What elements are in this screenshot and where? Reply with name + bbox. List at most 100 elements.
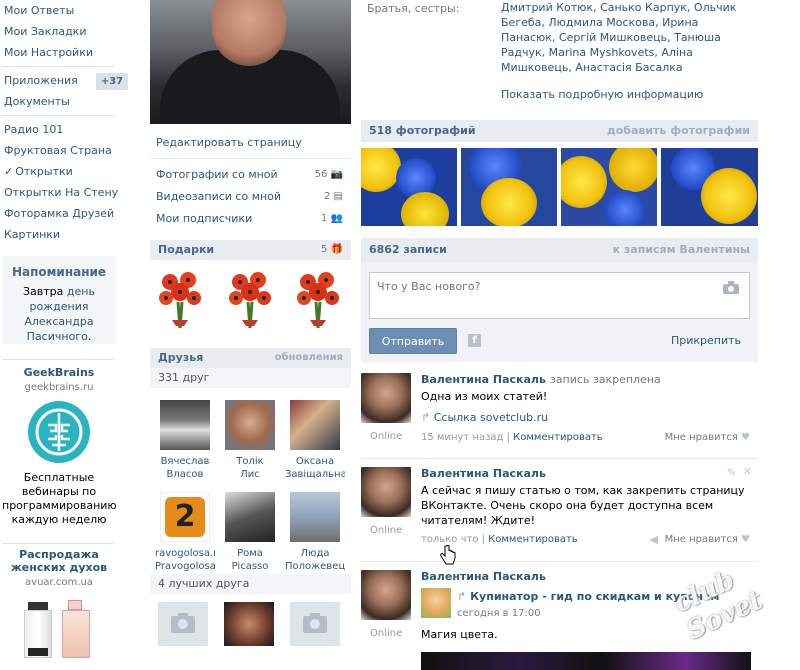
- profile-column: Редактировать страницу Фотографии со мно…: [150, 0, 351, 654]
- ad-title[interactable]: Распродажа женских духов: [2, 548, 116, 574]
- subscribers-link[interactable]: Мои подписчики 1 👥: [150, 208, 351, 230]
- add-photos-link[interactable]: добавить фотографии: [607, 120, 750, 142]
- app-menu-item[interactable]: Картинки: [0, 224, 140, 245]
- camera-icon[interactable]: [290, 602, 340, 646]
- close-icon[interactable]: ✕: [743, 465, 752, 478]
- show-details-link[interactable]: Показать подробную информацию: [501, 88, 703, 101]
- author-avatar[interactable]: [361, 373, 411, 423]
- friend-card[interactable]: Люда Положевець: [285, 492, 345, 573]
- photo-thumb[interactable]: [361, 148, 457, 226]
- friend-card[interactable]: Вячеслав Власов: [155, 400, 215, 481]
- friend-avatar[interactable]: [224, 602, 274, 646]
- divider: [2, 359, 114, 360]
- ad-perfume[interactable]: Распродажа женских духов avuar.com.ua: [2, 548, 116, 664]
- profile-avatar[interactable]: [150, 0, 351, 124]
- gifts-list: [150, 260, 351, 340]
- friend-first-name[interactable]: ravogolosa.ne: [155, 547, 215, 560]
- author-name[interactable]: Валентина Паскаль: [421, 570, 546, 583]
- friends-header[interactable]: Друзья обновления: [150, 348, 351, 368]
- gift-flowers[interactable]: [296, 268, 340, 332]
- author-avatar[interactable]: [361, 467, 411, 517]
- friend-avatar[interactable]: [160, 400, 210, 450]
- friend-card[interactable]: Толік Лис: [220, 400, 280, 481]
- wall-header[interactable]: 6862 записи к записям Валентины: [361, 238, 758, 262]
- comment-link[interactable]: Комментировать: [488, 534, 578, 545]
- friend-avatar[interactable]: [290, 400, 340, 450]
- friend-first-name[interactable]: Толік: [220, 455, 280, 468]
- menu-item-label: Приложения: [4, 74, 78, 87]
- author-name[interactable]: Валентина Паскаль: [421, 373, 546, 386]
- repost-avatar[interactable]: [421, 588, 451, 618]
- post-time[interactable]: только что: [421, 534, 478, 545]
- menu-item[interactable]: Мои Ответы: [0, 0, 140, 21]
- edit-page-link[interactable]: Редактировать страницу: [150, 132, 351, 154]
- app-menu-item[interactable]: Открытки На Стену: [0, 182, 140, 203]
- menu-item-apps[interactable]: Приложения +37: [0, 70, 140, 91]
- app-menu-label: Фоторамка Друзей: [4, 207, 115, 220]
- friend-last-name[interactable]: Завіщальна: [285, 468, 345, 481]
- menu-item[interactable]: Мои Настройки: [0, 42, 140, 63]
- friend-avatar[interactable]: 2: [160, 492, 210, 542]
- perfume-image[interactable]: [2, 594, 116, 664]
- app-menu-label: Открытки: [15, 165, 73, 178]
- reminder-text: Завтра день рождения Александра Пасичног…: [23, 285, 95, 343]
- gift-flowers[interactable]: [158, 268, 202, 332]
- menu-item-documents[interactable]: Документы: [0, 91, 140, 112]
- post-image[interactable]: [421, 652, 751, 670]
- to-wall-link[interactable]: к записям Валентины: [613, 238, 750, 262]
- friend-last-name[interactable]: Лис: [220, 468, 280, 481]
- friend-card[interactable]: Оксана Завіщальна: [285, 400, 345, 481]
- friend-last-name[interactable]: Власов: [155, 468, 215, 481]
- edit-icon[interactable]: ✎: [727, 466, 736, 479]
- friend-card[interactable]: 2 ravogolosa.ne Pravogolosaner: [155, 492, 215, 573]
- photo-thumb[interactable]: [561, 148, 657, 226]
- photo-thumb[interactable]: [661, 148, 758, 226]
- post-time[interactable]: 15 минут назад: [421, 432, 503, 443]
- ad-geekbrains[interactable]: GeekBrains geekbrains.ru Бесплатные веби…: [2, 366, 117, 527]
- friend-last-name[interactable]: Положевець: [285, 560, 345, 573]
- friend-avatar[interactable]: [290, 492, 340, 542]
- facebook-icon[interactable]: f: [468, 334, 481, 347]
- app-menu-item[interactable]: ✓ Открытки: [0, 161, 140, 182]
- friend-first-name[interactable]: Рома: [220, 547, 280, 560]
- videos-with-me-link[interactable]: Видеозаписи со мной 2 ▤: [150, 186, 351, 208]
- friend-card[interactable]: Рома Picasso: [220, 492, 280, 573]
- like-button[interactable]: Мне нравится ♥: [665, 432, 750, 443]
- friend-last-name[interactable]: Pravogolosaner: [155, 560, 215, 573]
- camera-icon[interactable]: [158, 602, 208, 646]
- friend-first-name[interactable]: Люда: [285, 547, 345, 560]
- app-menu-item[interactable]: Радио 101: [0, 119, 140, 140]
- menu-item[interactable]: Мои Закладки: [0, 21, 140, 42]
- post-link[interactable]: Ссылка sovetclub.ru: [434, 411, 548, 424]
- friends-count[interactable]: 331 друг: [150, 368, 351, 388]
- friend-first-name[interactable]: Оксана: [285, 455, 345, 468]
- app-menu-item[interactable]: Фоторамка Друзей: [0, 203, 140, 224]
- friend-last-name[interactable]: Picasso: [220, 560, 280, 573]
- gifts-header[interactable]: Подарки 5 🎁: [150, 240, 351, 260]
- app-menu-item[interactable]: Фруктовая Страна: [0, 140, 140, 161]
- repost-time[interactable]: сегодня в 17:00: [457, 608, 541, 619]
- gift-flowers[interactable]: [228, 268, 272, 332]
- friend-first-name[interactable]: Вячеслав: [155, 455, 215, 468]
- siblings-list[interactable]: Дмитрий Котюк, Санько Карпук, Ольчик Бег…: [501, 0, 751, 75]
- send-button[interactable]: Отправить: [369, 328, 457, 354]
- ad-title[interactable]: GeekBrains: [2, 366, 116, 379]
- camera-icon[interactable]: [723, 281, 739, 297]
- photo-thumb[interactable]: [461, 148, 557, 226]
- left-menu: Мои Ответы Мои Закладки Мои Настройки Прил…: [0, 0, 140, 670]
- ad-domain: avuar.com.ua: [25, 577, 93, 588]
- photos-header[interactable]: 518 фотографий добавить фотографии: [361, 120, 758, 142]
- brain-logo-icon[interactable]: [28, 401, 90, 463]
- friends-updates-link[interactable]: обновления: [275, 348, 343, 368]
- attach-link[interactable]: Прикрепить: [671, 334, 741, 347]
- author-name[interactable]: Валентина Паскаль: [421, 467, 546, 480]
- author-avatar[interactable]: [361, 570, 411, 620]
- best-friends-grid: [150, 594, 351, 654]
- friend-avatar[interactable]: [225, 492, 275, 542]
- photos-with-me-link[interactable]: Фотографии со мной 56 📷: [150, 164, 351, 186]
- comment-link[interactable]: Комментировать: [513, 432, 603, 443]
- like-button[interactable]: Мне нравится ♥: [665, 534, 750, 545]
- megaphone-icon[interactable]: ◀: [650, 533, 658, 546]
- friend-avatar[interactable]: [225, 400, 275, 450]
- new-post-input[interactable]: Что у Вас нового?: [369, 272, 750, 319]
